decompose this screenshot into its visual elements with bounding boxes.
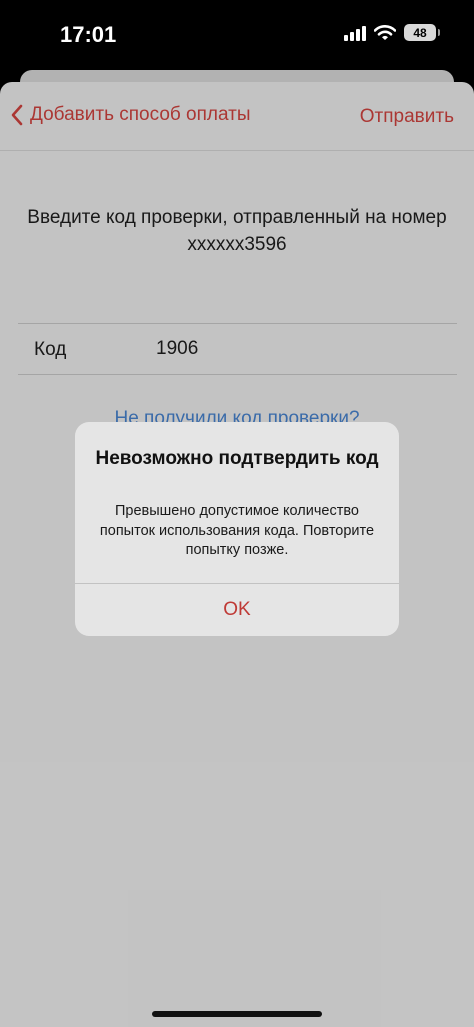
alert-message: Превышено допустимое количество попыток … bbox=[99, 503, 375, 558]
home-indicator[interactable] bbox=[152, 1011, 322, 1017]
status-time: 17:01 bbox=[60, 22, 117, 47]
battery-level: 48 bbox=[413, 25, 427, 40]
status-icons: 48 bbox=[344, 24, 440, 41]
ok-button[interactable]: OK bbox=[75, 584, 399, 636]
status-bar: 17:01 48 bbox=[0, 0, 474, 70]
error-alert: Невозможно подтвердить код Превышено доп… bbox=[75, 422, 399, 636]
battery-icon: 48 bbox=[404, 24, 440, 41]
wifi-icon bbox=[374, 24, 396, 40]
cellular-signal-icon bbox=[344, 25, 366, 41]
alert-title: Невозможно подтвердить код bbox=[95, 448, 379, 469]
